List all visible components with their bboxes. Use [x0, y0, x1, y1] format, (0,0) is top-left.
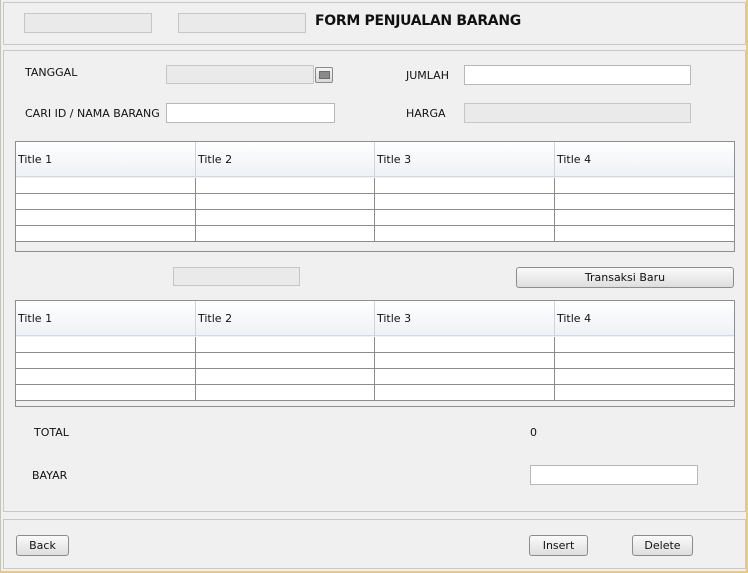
column-header[interactable]: Title 4 [555, 301, 734, 336]
jumlah-field[interactable] [464, 65, 691, 85]
table-cell[interactable] [16, 385, 196, 401]
cari-label: CARI ID / NAMA BARANG [25, 107, 160, 120]
date-picker-button[interactable] [315, 67, 333, 83]
header-field-2[interactable] [178, 13, 306, 33]
table-cell[interactable] [555, 353, 734, 369]
page-title: FORM PENJUALAN BARANG [315, 13, 521, 29]
table-header: Title 1 Title 2 Title 3 Title 4 [16, 142, 734, 177]
table-cell[interactable] [555, 194, 734, 210]
table-cell[interactable] [555, 337, 734, 353]
table-cell[interactable] [16, 369, 196, 385]
column-header[interactable]: Title 3 [375, 142, 555, 177]
table-row[interactable] [16, 194, 734, 210]
table-cell[interactable] [16, 226, 196, 242]
harga-field[interactable] [464, 103, 691, 123]
table-cell[interactable] [375, 178, 555, 194]
table-cell[interactable] [196, 194, 375, 210]
column-header[interactable]: Title 2 [196, 301, 375, 336]
column-header[interactable]: Title 4 [555, 142, 734, 177]
table-row[interactable] [16, 226, 734, 242]
table-cell[interactable] [16, 353, 196, 369]
table-row[interactable] [16, 210, 734, 226]
column-header[interactable]: Title 2 [196, 142, 375, 177]
cari-field[interactable] [166, 103, 335, 123]
column-header[interactable]: Title 1 [16, 301, 196, 336]
total-label: TOTAL [34, 426, 69, 439]
back-button[interactable]: Back [16, 535, 69, 556]
tanggal-field[interactable] [166, 65, 314, 84]
table-cell[interactable] [375, 194, 555, 210]
table-cell[interactable] [196, 369, 375, 385]
table-cell[interactable] [375, 210, 555, 226]
table-cell[interactable] [196, 353, 375, 369]
table-cell[interactable] [555, 210, 734, 226]
delete-button[interactable]: Delete [632, 535, 693, 556]
calendar-icon [318, 71, 330, 79]
table-cell[interactable] [16, 178, 196, 194]
table-cell[interactable] [16, 210, 196, 226]
table-row[interactable] [16, 369, 734, 385]
jumlah-label: JUMLAH [406, 69, 449, 82]
column-header[interactable]: Title 1 [16, 142, 196, 177]
table-cell[interactable] [555, 385, 734, 401]
table-cell[interactable] [196, 210, 375, 226]
table-cell[interactable] [16, 337, 196, 353]
table-cell[interactable] [375, 337, 555, 353]
transaksi-baru-button[interactable]: Transaksi Baru [516, 267, 734, 288]
bayar-label: BAYAR [32, 469, 68, 482]
middle-field[interactable] [173, 267, 300, 286]
table-header: Title 1 Title 2 Title 3 Title 4 [16, 301, 734, 336]
column-header[interactable]: Title 3 [375, 301, 555, 336]
table-row[interactable] [16, 353, 734, 369]
table-cell[interactable] [196, 226, 375, 242]
table-cell[interactable] [375, 226, 555, 242]
table-row[interactable] [16, 178, 734, 194]
table-cell[interactable] [16, 194, 196, 210]
table-row[interactable] [16, 385, 734, 401]
table-barang[interactable]: Title 1 Title 2 Title 3 Title 4 [15, 141, 735, 252]
table-cell[interactable] [375, 385, 555, 401]
header-field-1[interactable] [24, 13, 152, 33]
total-value: 0 [530, 426, 537, 439]
table-cell[interactable] [555, 226, 734, 242]
tanggal-label: TANGGAL [25, 66, 78, 79]
table-cell[interactable] [196, 385, 375, 401]
table-cell[interactable] [375, 353, 555, 369]
table-cell[interactable] [196, 178, 375, 194]
insert-button[interactable]: Insert [529, 535, 588, 556]
table-cell[interactable] [555, 369, 734, 385]
table-transaksi[interactable]: Title 1 Title 2 Title 3 Title 4 [15, 300, 735, 407]
window-frame: FORM PENJUALAN BARANG TANGGAL JUMLAH CAR… [0, 0, 748, 573]
harga-label: HARGA [406, 107, 446, 120]
table-row[interactable] [16, 337, 734, 353]
table-cell[interactable] [555, 178, 734, 194]
table-cell[interactable] [196, 337, 375, 353]
bayar-field[interactable] [530, 465, 698, 485]
table-cell[interactable] [375, 369, 555, 385]
